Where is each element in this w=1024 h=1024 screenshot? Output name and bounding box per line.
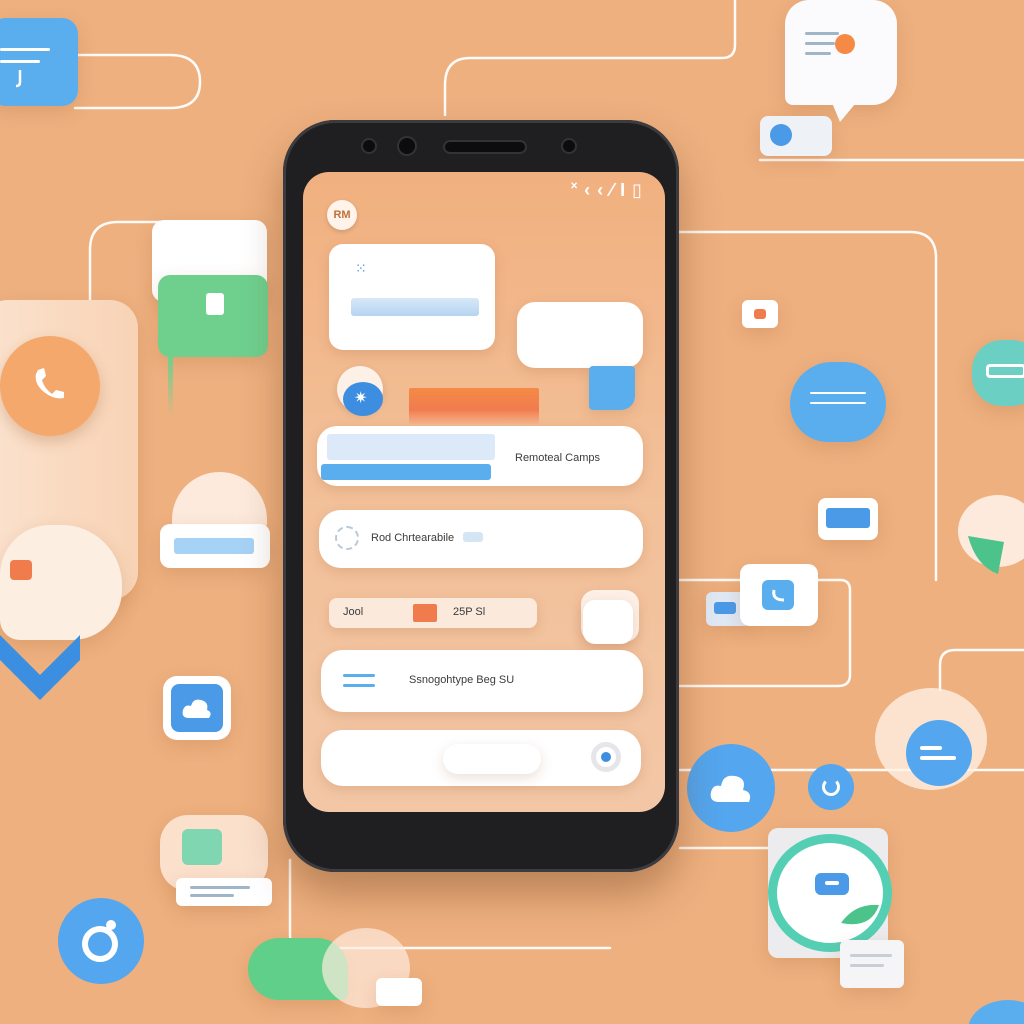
doc-line (805, 42, 835, 45)
chevron-ribbon-icon (0, 635, 80, 700)
earpiece-speaker (445, 142, 525, 152)
music-note-icon (15, 70, 22, 88)
note-card-icon (206, 293, 224, 315)
cloud-card[interactable] (160, 524, 270, 568)
avatar[interactable]: RM (327, 200, 357, 230)
ring-button[interactable] (58, 898, 144, 984)
phone-call-button[interactable] (0, 336, 100, 436)
bottom-control-bar: ✷ (321, 730, 641, 786)
ring-icon-dot (106, 920, 116, 930)
blue-chat-bubble[interactable] (517, 302, 643, 368)
record-button[interactable] (591, 742, 621, 772)
menu-icon (343, 674, 375, 677)
link-card[interactable] (740, 564, 818, 626)
primary-action-button[interactable]: ✷ (443, 744, 541, 774)
list-row-4[interactable]: Ssnogohtype Beg SU (321, 650, 643, 712)
note-card-stem (168, 357, 173, 417)
list-row-3-right: 25P Sl (453, 606, 486, 618)
swap-icon: ⇄ (597, 612, 611, 629)
equals-button[interactable] (906, 720, 972, 786)
doc-line (805, 52, 831, 55)
equals-icon (920, 746, 942, 750)
message-bubble[interactable] (790, 362, 886, 442)
small-note-tag-line (190, 894, 234, 897)
blue-chat-bubble-tail (589, 366, 635, 410)
bot-icon-eye (825, 881, 839, 885)
leaf-icon (841, 904, 879, 925)
message-line (810, 392, 866, 394)
small-note-green (182, 829, 222, 865)
list-row-1[interactable]: Remoteal Camps (317, 426, 643, 486)
list-row-3[interactable]: Jool 25P Sl (329, 598, 537, 628)
cloud-app-icon[interactable] (163, 676, 231, 740)
cloud-card-bar (174, 538, 254, 554)
chat-badge (10, 560, 32, 580)
doc-line (805, 32, 839, 35)
equals-icon (920, 756, 956, 760)
cloud-sync-button[interactable] (687, 744, 775, 832)
link-icon (772, 589, 785, 602)
orange-highlight-bar[interactable] (409, 388, 539, 424)
profile-card-bar (351, 298, 479, 316)
play-button[interactable]: ✷ (343, 382, 383, 416)
tiny-red-card[interactable] (742, 300, 778, 328)
music-line (0, 48, 50, 51)
doc-dot (835, 34, 855, 54)
list-row-2-tag (463, 532, 483, 542)
status-bar: ˟ ‹ ‹ ⁄ I ▯ (571, 180, 643, 200)
media-card[interactable] (818, 498, 878, 540)
cloud-icon (710, 775, 751, 802)
settings-icon (335, 526, 359, 550)
phone-icon (35, 368, 64, 399)
music-card[interactable] (0, 18, 78, 106)
small-note-tag[interactable] (176, 878, 272, 906)
message-line (810, 402, 866, 404)
ring-icon (82, 926, 118, 962)
bot-button[interactable] (768, 834, 892, 952)
play-icon: ✷ (354, 390, 368, 407)
swap-button[interactable]: ⇄ (583, 600, 633, 644)
chat-bubble-large[interactable] (0, 525, 122, 640)
list-row-3-badge (413, 604, 437, 622)
tiny-red-mark (754, 309, 766, 319)
list-row-2-label: Rod Chrtearabile (371, 532, 455, 544)
bot-footer-line (850, 954, 892, 957)
music-line (0, 60, 40, 63)
list-row-1-tab (327, 434, 495, 460)
chat-line (531, 324, 545, 327)
list-row-4-label: Ssnogohtype Beg SU (409, 674, 515, 686)
tiny-card[interactable] (376, 978, 422, 1006)
document-bubble[interactable] (785, 0, 897, 105)
note-card-green[interactable] (158, 275, 268, 357)
cloud-icon (182, 699, 211, 718)
small-note-tag-line (190, 886, 250, 889)
teal-bubble-glyph (986, 364, 1024, 378)
pin-card[interactable] (760, 116, 832, 156)
profile-card[interactable]: ⁙ (329, 244, 495, 350)
bot-footer-tag (840, 940, 904, 988)
sparkle-icon: ⁙ (355, 260, 367, 276)
phone-screen: ˟ ‹ ‹ ⁄ I ▯ RM ⁙ ✷ Remoteal Camps Rod Ch… (303, 172, 665, 812)
list-row-2[interactable]: Rod Chrtearabile (319, 510, 643, 568)
bot-footer-line (850, 964, 884, 967)
sparkle-icon: ✷ (483, 750, 494, 764)
proximity-sensor (563, 140, 575, 152)
green-leaf-icon (968, 536, 1004, 574)
chat-line (531, 330, 627, 332)
front-sensor (399, 138, 415, 154)
document-bubble-tail (830, 98, 860, 122)
small-face-button[interactable] (808, 764, 854, 810)
teal-bubble[interactable] (972, 340, 1024, 406)
list-row-3-left: Jool (343, 606, 364, 618)
record-dot (601, 752, 611, 762)
small-face-icon (822, 778, 840, 796)
pin-icon (770, 124, 792, 146)
link-card-back-bar (714, 602, 736, 614)
menu-icon (343, 684, 375, 687)
list-row-1-label: Remoteal Camps (515, 452, 600, 464)
media-card-bar (826, 508, 870, 528)
front-camera (363, 140, 375, 152)
list-row-1-tab-blue (321, 464, 491, 480)
